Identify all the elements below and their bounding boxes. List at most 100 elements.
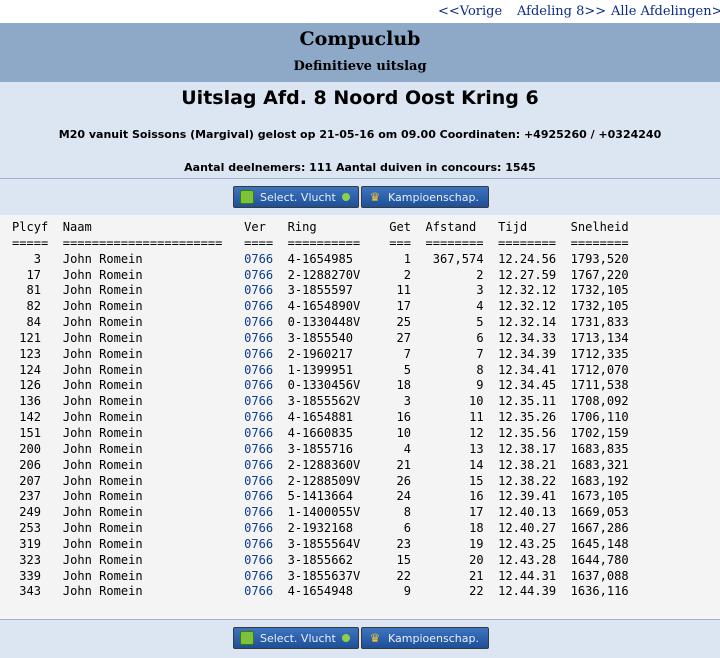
table-cell-ver[interactable]: 0766: [244, 394, 273, 408]
table-cell-ver[interactable]: 0766: [244, 268, 273, 282]
column-underline: ========: [570, 235, 629, 250]
table-cell-ver[interactable]: 0766: [244, 458, 273, 472]
select-flight-button[interactable]: Select. Vlucht: [233, 627, 359, 649]
table-cell-snelheid: 1673,105: [570, 489, 629, 504]
table-cell-tijd: 12.38.21: [498, 457, 557, 472]
table-cell-afstand: 367,574: [432, 251, 484, 266]
table-row: 323 John Romein 0766 3-1855662 15 20 12.…: [12, 552, 629, 567]
table-cell-tijd: 12.44.39: [498, 584, 557, 599]
table-cell-get: 22: [396, 568, 411, 583]
column-underline: ====: [244, 235, 274, 250]
table-row: 3 John Romein 0766 4-1654985 1 367,574 1…: [12, 252, 629, 266]
table-cell-plcyf: 124: [19, 362, 42, 377]
table-cell-ver[interactable]: 0766: [244, 410, 273, 424]
table-cell-snelheid: 1732,105: [570, 283, 629, 298]
table-cell-ver[interactable]: 0766: [244, 299, 273, 313]
column-underline: ========: [425, 235, 484, 250]
table-cell-naam: John Romein: [62, 362, 143, 377]
table-cell-plcyf: 249: [19, 505, 42, 520]
table-cell-plcyf: 3: [33, 251, 42, 266]
select-flight-label: Select. Vlucht: [260, 631, 336, 645]
table-cell-snelheid: 1644,780: [570, 552, 629, 567]
table-cell-naam: John Romein: [62, 346, 143, 361]
table-cell-ver[interactable]: 0766: [244, 505, 273, 519]
championship-button[interactable]: ♛ Kampioenschap.: [361, 186, 489, 208]
table-cell-get: 5: [403, 362, 412, 377]
table-cell-snelheid: 1708,092: [570, 394, 629, 409]
table-cell-snelheid: 1636,116: [570, 584, 629, 599]
table-cell-get: 16: [396, 410, 412, 425]
table-cell-get: 2: [403, 267, 411, 282]
table-cell-ver[interactable]: 0766: [244, 347, 273, 361]
button-row-bottom: Select. Vlucht ♛ Kampioenschap.: [0, 620, 720, 656]
table-cell-plcyf: 319: [19, 536, 42, 551]
table-cell-ver[interactable]: 0766: [244, 537, 273, 551]
table-row: 84 John Romein 0766 0-1330448V 25 5 12.3…: [12, 315, 629, 329]
all-divisions-link[interactable]: Alle Afdelingen>>: [611, 4, 720, 19]
table-cell-get: 25: [396, 315, 411, 330]
table-cell-afstand: 19: [469, 536, 484, 551]
table-cell-ver[interactable]: 0766: [244, 426, 273, 440]
table-cell-ver[interactable]: 0766: [244, 584, 273, 598]
table-cell-afstand: 3: [476, 283, 484, 298]
table-cell-ring: 3-1855564V: [287, 536, 361, 551]
table-cell-ver[interactable]: 0766: [244, 442, 273, 456]
table-cell-ring: 2-1932168: [287, 521, 353, 536]
table-cell-ring: 3-1855716: [287, 441, 353, 456]
table-row: 17 John Romein 0766 2-1288270V 2 2 12.27…: [12, 268, 629, 282]
table-cell-snelheid: 1645,148: [570, 536, 629, 551]
table-cell-ring: 3-1855662: [287, 552, 353, 567]
results-grid: Plcyf Naam Ver Ring Get Afstand Tijd Sne…: [0, 215, 720, 600]
table-cell-afstand: 22: [469, 584, 484, 599]
table-cell-ver[interactable]: 0766: [244, 378, 273, 392]
list-icon: [240, 190, 254, 204]
table-cell-get: 23: [396, 536, 411, 551]
table-cell-get: 7: [403, 346, 412, 361]
previous-link[interactable]: <<Vorige: [438, 4, 502, 19]
table-cell-ring: 4-1654985: [287, 251, 353, 266]
table-cell-naam: John Romein: [62, 441, 143, 456]
championship-label: Kampioenschap.: [388, 631, 479, 645]
table-cell-naam: John Romein: [62, 378, 143, 393]
championship-button[interactable]: ♛ Kampioenschap.: [361, 627, 489, 649]
table-cell-snelheid: 1706,110: [570, 410, 629, 425]
table-cell-plcyf: 323: [19, 552, 42, 567]
table-cell-tijd: 12.35.11: [498, 394, 557, 409]
table-cell-get: 3: [403, 394, 411, 409]
column-header-plcyf: Plcyf: [12, 220, 49, 234]
table-cell-afstand: 8: [476, 362, 484, 377]
table-cell-get: 18: [396, 378, 411, 393]
table-cell-get: 27: [396, 330, 412, 345]
table-cell-get: 6: [403, 521, 412, 536]
table-cell-ver[interactable]: 0766: [244, 363, 273, 377]
table-row: 126 John Romein 0766 0-1330456V 18 9 12.…: [12, 378, 628, 393]
table-cell-ring: 5-1413664: [287, 489, 353, 504]
table-cell-afstand: 21: [469, 568, 484, 583]
table-cell-ver[interactable]: 0766: [244, 252, 273, 266]
table-cell-ver[interactable]: 0766: [244, 569, 273, 583]
table-cell-naam: John Romein: [62, 568, 143, 583]
table-cell-ver[interactable]: 0766: [244, 315, 273, 329]
table-cell-afstand: 17: [469, 505, 484, 520]
table-cell-afstand: 13: [469, 441, 484, 456]
table-cell-ver[interactable]: 0766: [244, 331, 273, 345]
table-cell-plcyf: 253: [19, 521, 42, 536]
table-cell-ver[interactable]: 0766: [244, 283, 273, 297]
table-cell-ver[interactable]: 0766: [244, 553, 273, 567]
table-row: 319 John Romein 0766 3-1855564V 23 19 12…: [12, 536, 629, 551]
table-cell-ver[interactable]: 0766: [244, 474, 273, 488]
table-cell-ver[interactable]: 0766: [244, 489, 273, 503]
club-name: Compuclub: [299, 28, 421, 50]
table-cell-plcyf: 123: [19, 346, 42, 361]
table-cell-get: 11: [396, 283, 412, 298]
table-cell-plcyf: 339: [19, 568, 42, 583]
table-cell-afstand: 12: [469, 425, 484, 440]
next-division-link[interactable]: Afdeling 8>>: [517, 4, 606, 19]
list-icon: [240, 631, 254, 645]
select-flight-button[interactable]: Select. Vlucht: [233, 186, 359, 208]
participants-info: Aantal deelnemers: 111 Aantal duiven in …: [184, 161, 536, 174]
race-info: M20 vanuit Soissons (Margival) gelost op…: [58, 128, 662, 141]
table-cell-afstand: 18: [469, 521, 484, 536]
table-cell-ver[interactable]: 0766: [244, 521, 273, 535]
table-cell-snelheid: 1732,105: [570, 299, 629, 314]
